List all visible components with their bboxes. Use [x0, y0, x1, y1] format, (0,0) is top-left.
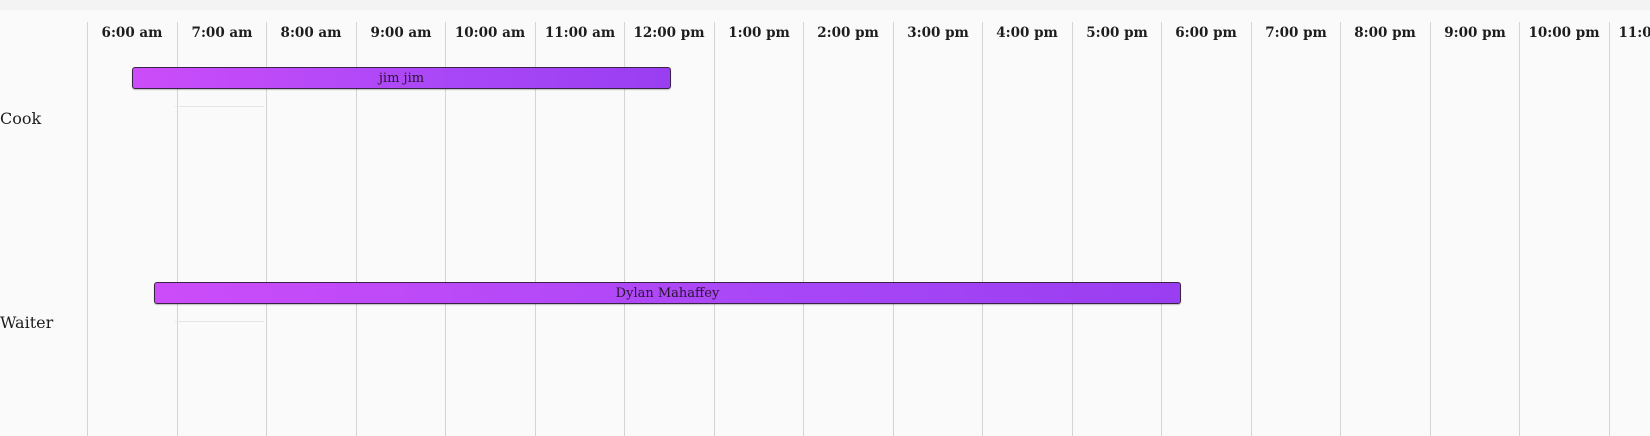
hour-gridline [714, 22, 715, 436]
shift-employee-name: Dylan Mahaffey [615, 285, 720, 301]
shift-block-cook[interactable]: jim jim [132, 67, 671, 89]
empty-slot-waiter[interactable] [175, 321, 264, 322]
hour-gridline [1072, 22, 1073, 436]
time-label: 11:00 pm [1618, 25, 1650, 41]
role-label-waiter: Waiter [0, 313, 54, 332]
shift-block-waiter[interactable]: Dylan Mahaffey [154, 282, 1181, 304]
time-label: 6:00 am [101, 25, 163, 41]
hour-gridline [1430, 22, 1431, 436]
time-label: 8:00 pm [1354, 25, 1416, 41]
hour-gridline [1340, 22, 1341, 436]
time-label: 4:00 pm [996, 25, 1058, 41]
time-label: 9:00 pm [1444, 25, 1506, 41]
time-label: 5:00 pm [1086, 25, 1148, 41]
time-label: 11:00 am [544, 25, 616, 41]
role-label-cook: Cook [0, 109, 42, 128]
hour-gridline [1609, 22, 1610, 436]
hour-gridline [1251, 22, 1252, 436]
hour-gridline [87, 22, 88, 436]
time-label: 2:00 pm [817, 25, 879, 41]
empty-slot-cook[interactable] [175, 106, 264, 107]
time-label: 7:00 pm [1265, 25, 1327, 41]
time-label: 9:00 am [370, 25, 432, 41]
shift-schedule: 6:00 am 7:00 am 8:00 am 9:00 am 10:00 am 11:0… [0, 10, 1650, 436]
time-label: 12:00 pm [633, 25, 705, 41]
time-label: 1:00 pm [728, 25, 790, 41]
hour-gridline [982, 22, 983, 436]
hour-gridline [893, 22, 894, 436]
hour-gridline [803, 22, 804, 436]
hour-gridline [1161, 22, 1162, 436]
time-label: 3:00 pm [907, 25, 969, 41]
hour-gridline [1519, 22, 1520, 436]
time-label: 8:00 am [280, 25, 342, 41]
time-label: 10:00 am [454, 25, 526, 41]
time-label: 10:00 pm [1528, 25, 1600, 41]
time-label: 7:00 am [191, 25, 253, 41]
shift-employee-name: jim jim [378, 70, 425, 86]
time-label: 6:00 pm [1175, 25, 1237, 41]
